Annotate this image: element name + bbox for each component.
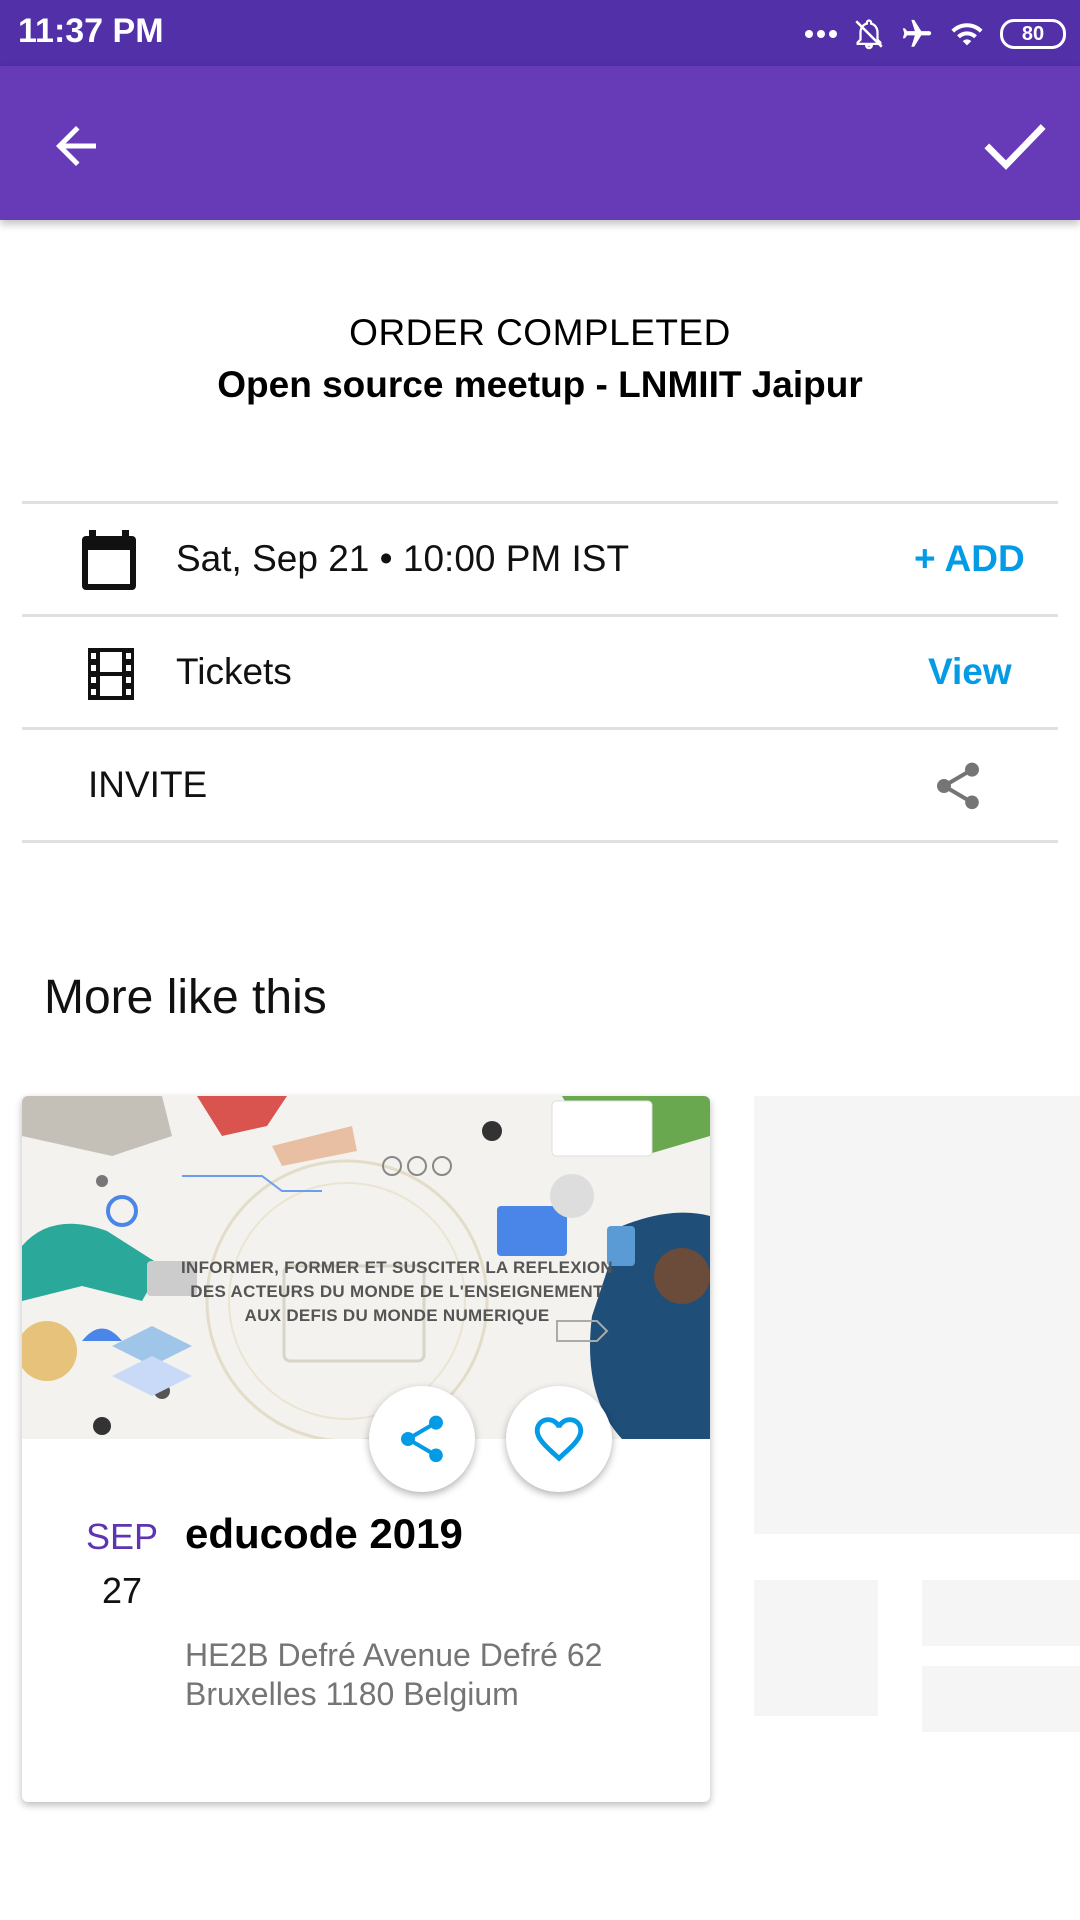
divider bbox=[22, 840, 1058, 843]
calendar-icon bbox=[82, 530, 136, 590]
status-time: 11:37 PM bbox=[18, 12, 164, 50]
placeholder-image bbox=[754, 1096, 1080, 1534]
airplane-mode-icon bbox=[902, 19, 932, 47]
event-month: SEP bbox=[85, 1516, 159, 1557]
share-event-button[interactable] bbox=[369, 1386, 475, 1492]
app-bar bbox=[0, 66, 1080, 220]
share-icon[interactable] bbox=[930, 756, 986, 816]
invite-label[interactable]: INVITE bbox=[88, 764, 207, 806]
event-title: educode 2019 bbox=[185, 1510, 463, 1557]
event-day: 27 bbox=[101, 1570, 143, 1611]
image-caption-line: INFORMER, FORMER ET SUSCITER LA REFLEXIO… bbox=[181, 1258, 613, 1277]
wifi-icon bbox=[951, 23, 983, 46]
event-address-line: HE2B Defré Avenue Defré 62 bbox=[185, 1637, 603, 1673]
divider bbox=[22, 614, 1058, 617]
film-ticket-icon bbox=[88, 648, 134, 700]
battery-indicator: 80 bbox=[1000, 19, 1066, 49]
placeholder-title bbox=[922, 1580, 1080, 1646]
image-caption-line: DES ACTEURS DU MONDE DE L'ENSEIGNEMENT bbox=[190, 1282, 604, 1301]
order-status: ORDER COMPLETED bbox=[349, 312, 731, 353]
more-like-this-title: More like this bbox=[44, 971, 327, 1024]
divider bbox=[22, 727, 1058, 730]
check-icon[interactable] bbox=[984, 120, 1046, 174]
more-notifications-icon bbox=[805, 30, 837, 38]
view-tickets-button[interactable]: View bbox=[928, 651, 1012, 693]
status-bar: 11:37 PM 80 bbox=[0, 0, 1080, 66]
favorite-event-button[interactable] bbox=[506, 1386, 612, 1492]
event-date-time: Sat, Sep 21 • 10:00 PM IST bbox=[176, 538, 630, 579]
add-to-calendar-button[interactable]: + ADD bbox=[914, 538, 1025, 580]
event-image[interactable]: INFORMER, FORMER ET SUSCITER LA REFLEXIO… bbox=[22, 1096, 710, 1439]
event-card[interactable]: INFORMER, FORMER ET SUSCITER LA REFLEXIO… bbox=[22, 1096, 710, 1802]
event-address-line: Bruxelles 1180 Belgium bbox=[185, 1676, 519, 1712]
image-caption-line: AUX DEFIS DU MONDE NUMERIQUE bbox=[244, 1306, 550, 1325]
notifications-off-icon bbox=[855, 19, 883, 50]
tickets-label: Tickets bbox=[176, 651, 292, 692]
placeholder-address bbox=[922, 1666, 1080, 1732]
divider bbox=[22, 501, 1058, 504]
share-icon bbox=[401, 1415, 443, 1463]
placeholder-date bbox=[754, 1580, 878, 1716]
status-icons: 80 bbox=[804, 12, 1066, 56]
event-name: Open source meetup - LNMIIT Jaipur bbox=[217, 364, 863, 405]
event-address: HE2B Defré Avenue Defré 62 Bruxelles 118… bbox=[185, 1636, 602, 1714]
heart-outline-icon bbox=[534, 1417, 584, 1462]
arrow-back-icon[interactable] bbox=[46, 116, 106, 176]
